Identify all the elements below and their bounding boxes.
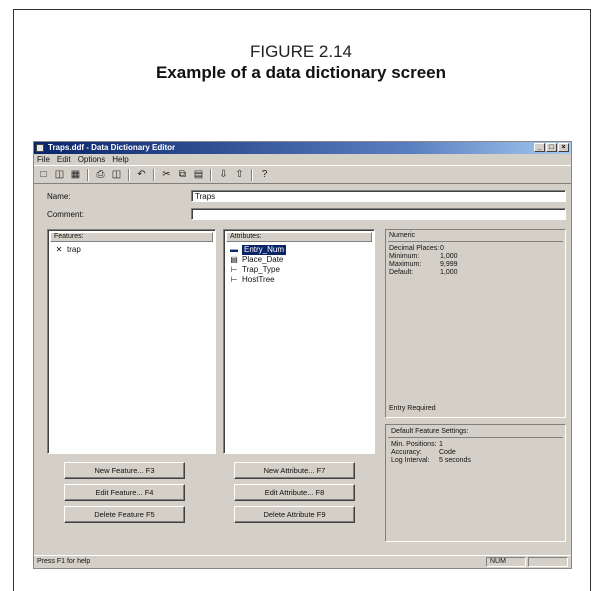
status-bar: Press F1 for help NUM	[34, 555, 571, 568]
entry-required-label: Entry Required	[389, 405, 436, 412]
copy-icon[interactable]: ⧉	[176, 168, 189, 181]
features-header: Features:	[50, 232, 213, 242]
toolbar-separator	[251, 168, 253, 181]
help-icon[interactable]: ?	[258, 168, 271, 181]
numeric-value: 0	[440, 245, 444, 252]
status-empty-cell	[528, 557, 568, 567]
open-folder-icon[interactable]: ◫	[53, 168, 66, 181]
save-icon[interactable]: ▦	[69, 168, 82, 181]
print-preview-icon[interactable]: ◫	[110, 168, 123, 181]
numeric-key: Decimal Places:	[389, 245, 440, 252]
name-label: Name:	[47, 192, 71, 201]
minimize-button[interactable]: _	[534, 143, 545, 152]
toolbar: □ ◫ ▦ ⎙ ◫ ↶ ✂ ⧉ ▤ ⇩ ⇧ ?	[34, 165, 571, 184]
num-lock-indicator: NUM	[486, 557, 526, 567]
list-item[interactable]: ▤ Place_Date	[229, 255, 283, 265]
close-button[interactable]: ×	[558, 143, 569, 152]
date-attribute-icon: ▤	[230, 255, 238, 264]
list-item[interactable]: ⊢ Trap_Type	[229, 265, 280, 275]
menu-file[interactable]: File	[37, 154, 50, 165]
window-titlebar[interactable]: Traps.ddf - Data Dictionary Editor _ □ ×	[34, 142, 571, 154]
delete-attribute-button[interactable]: Delete Attribute F9	[234, 506, 355, 523]
window-title: Traps.ddf - Data Dictionary Editor	[48, 143, 176, 152]
comment-label: Comment:	[47, 210, 84, 219]
menu-attribute-icon: ⊢	[230, 265, 238, 274]
cut-icon[interactable]: ✂	[160, 168, 173, 181]
delete-feature-button[interactable]: Delete Feature F5	[64, 506, 185, 523]
menu-edit[interactable]: Edit	[57, 154, 71, 165]
new-attribute-button[interactable]: New Attribute... F7	[234, 462, 355, 479]
maximize-button[interactable]: □	[546, 143, 557, 152]
numeric-key: Default:	[389, 269, 414, 276]
attribute-label: Trap_Type	[242, 265, 280, 274]
setting-key: Log Interval:	[391, 457, 430, 464]
attributes-list[interactable]: Attributes: ▬ Entry_Num ▤ Place_Date ⊢ T…	[223, 229, 375, 454]
numeric-value: 9,999	[440, 261, 458, 268]
attribute-label: HostTree	[242, 275, 275, 284]
numeric-value: 1,000	[440, 253, 458, 260]
figure-number: FIGURE 2.14	[249, 42, 353, 61]
numeric-key: Minimum:	[389, 253, 420, 260]
menu-options[interactable]: Options	[78, 154, 106, 165]
setting-value: 1	[439, 441, 443, 448]
features-list[interactable]: Features: ✕ trap	[47, 229, 216, 454]
move-up-icon[interactable]: ⇧	[233, 168, 246, 181]
toolbar-separator	[210, 168, 212, 181]
app-window: Traps.ddf - Data Dictionary Editor _ □ ×…	[33, 141, 572, 569]
feature-label: trap	[67, 245, 81, 254]
list-item[interactable]: ✕ trap	[54, 245, 81, 255]
name-field[interactable]: Traps	[191, 190, 566, 202]
toolbar-separator	[128, 168, 130, 181]
move-down-icon[interactable]: ⇩	[217, 168, 230, 181]
numeric-key: Maximum:	[389, 261, 422, 268]
default-settings-panel: Default Feature Settings: Min. Positions…	[385, 424, 566, 542]
point-feature-icon: ✕	[55, 245, 63, 254]
new-file-icon[interactable]: □	[37, 168, 50, 181]
default-settings-header: Default Feature Settings:	[391, 428, 469, 435]
numeric-attribute-icon: ▬	[230, 245, 238, 254]
comment-field[interactable]	[191, 208, 566, 220]
list-item[interactable]: ▬ Entry_Num	[229, 245, 287, 255]
numeric-properties-panel: Numeric Decimal Places: 0 Minimum: 1,000…	[385, 229, 566, 418]
list-item[interactable]: ⊢ HostTree	[229, 275, 275, 285]
setting-value: 5 seconds	[439, 457, 471, 464]
attribute-label: Place_Date	[242, 255, 284, 264]
attributes-header: Attributes:	[226, 232, 372, 242]
paste-icon[interactable]: ▤	[192, 168, 205, 181]
setting-key: Min. Positions:	[391, 441, 437, 448]
numeric-header: Numeric	[389, 232, 416, 239]
toolbar-separator	[87, 168, 89, 181]
undo-icon[interactable]: ↶	[135, 168, 148, 181]
figure-title: Example of a data dictionary screen	[155, 63, 447, 82]
attribute-label: Entry_Num	[242, 245, 287, 255]
setting-key: Accuracy:	[391, 449, 422, 456]
menu-help[interactable]: Help	[112, 154, 128, 165]
edit-feature-button[interactable]: Edit Feature... F4	[64, 484, 185, 501]
status-text: Press F1 for help	[37, 558, 91, 565]
toolbar-separator	[153, 168, 155, 181]
edit-attribute-button[interactable]: Edit Attribute... F8	[234, 484, 355, 501]
app-icon	[36, 144, 44, 152]
new-feature-button[interactable]: New Feature... F3	[64, 462, 185, 479]
menu-bar: File Edit Options Help	[34, 154, 571, 165]
print-icon[interactable]: ⎙	[94, 168, 107, 181]
numeric-value: 1,000	[440, 269, 458, 276]
setting-value: Code	[439, 449, 456, 456]
menu-attribute-icon: ⊢	[230, 275, 238, 284]
